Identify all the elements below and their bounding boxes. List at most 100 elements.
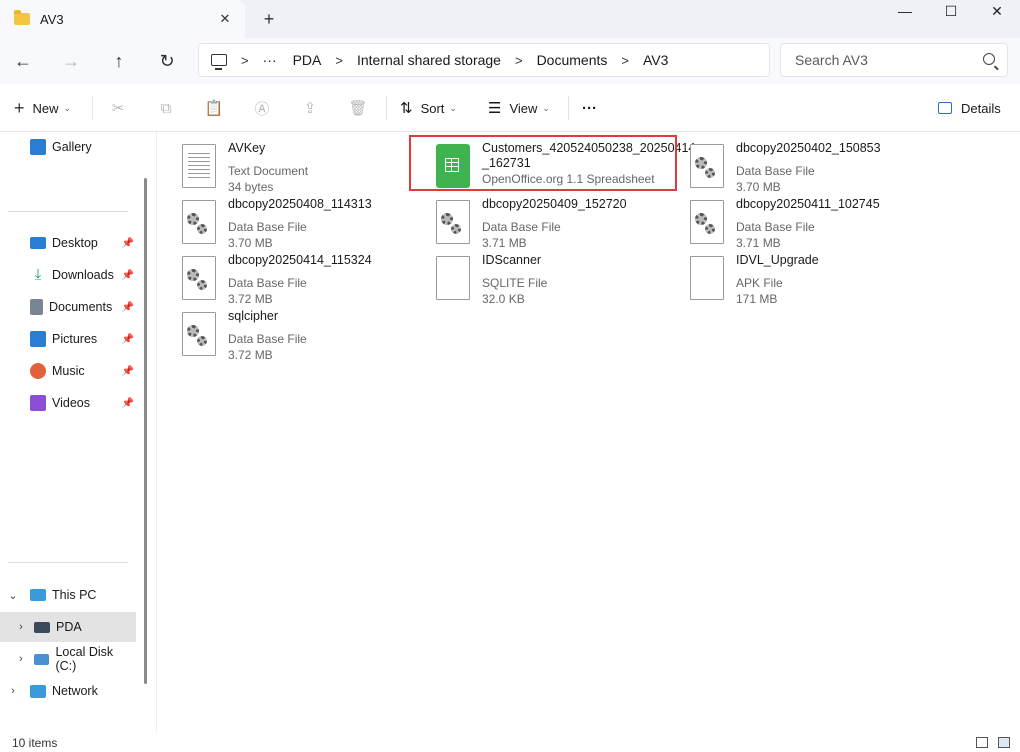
breadcrumb-separator[interactable]: >: [515, 53, 523, 68]
sidebar-item-documents[interactable]: Documents 📌: [0, 292, 136, 322]
sidebar-scrollbar[interactable]: [144, 178, 147, 684]
details-button[interactable]: Details: [938, 94, 1001, 122]
computer-icon: [211, 54, 227, 70]
breadcrumb-pda[interactable]: PDA: [293, 52, 322, 68]
file-name: AVKey: [228, 141, 266, 155]
file-type: Data Base File: [228, 332, 307, 346]
view-button[interactable]: ☰ View ⌄: [488, 94, 550, 122]
file-item-dbcopy-0408[interactable]: dbcopy20250408_114313 Data Base File 3.7…: [182, 196, 432, 250]
file-size: 3.72 MB: [228, 348, 273, 362]
copy-icon[interactable]: ⧉: [152, 94, 180, 122]
gallery-icon: [30, 139, 46, 155]
pin-icon[interactable]: 📌: [122, 302, 134, 313]
sidebar-item-music[interactable]: Music 📌: [0, 356, 136, 386]
breadcrumb-internal-storage[interactable]: Internal shared storage: [357, 52, 501, 68]
breadcrumb-separator[interactable]: >: [621, 53, 629, 68]
gear-icon: [705, 224, 715, 234]
chevron-right-icon[interactable]: ›: [6, 685, 20, 697]
sidebar-item-gallery[interactable]: Gallery: [0, 132, 136, 162]
file-item-dbcopy-0409[interactable]: dbcopy20250409_152720 Data Base File 3.7…: [436, 196, 686, 250]
sidebar-item-local-disk[interactable]: › Local Disk (C:): [0, 644, 136, 674]
breadcrumb-documents[interactable]: Documents: [537, 52, 608, 68]
forward-button[interactable]: →: [56, 46, 86, 76]
breadcrumb-separator[interactable]: >: [241, 53, 249, 68]
chevron-down-icon[interactable]: ⌄: [6, 589, 20, 602]
details-view-icon[interactable]: [976, 737, 988, 748]
paste-icon[interactable]: 📋: [200, 94, 228, 122]
view-icon: ☰: [488, 100, 502, 117]
sidebar-divider: [8, 562, 128, 563]
sidebar-item-label: Local Disk (C:): [55, 645, 114, 673]
file-item-dbcopy-0411[interactable]: dbcopy20250411_102745 Data Base File 3.7…: [690, 196, 940, 250]
file-type: Data Base File: [736, 164, 815, 178]
this-pc-icon: [30, 589, 46, 601]
address-bar[interactable]: > ··· PDA > Internal shared storage > Do…: [198, 43, 770, 77]
file-item-avkey[interactable]: AVKey Text Document 34 bytes: [182, 140, 432, 194]
file-size: 3.71 MB: [736, 236, 781, 250]
cut-icon[interactable]: ✂: [104, 94, 132, 122]
pin-icon[interactable]: 📌: [122, 366, 134, 377]
file-item-idscanner[interactable]: IDScanner SQLITE File 32.0 KB: [436, 252, 686, 306]
up-button[interactable]: ↑: [104, 46, 134, 76]
pin-icon[interactable]: 📌: [122, 334, 134, 345]
pin-icon[interactable]: 📌: [122, 238, 134, 249]
maximize-button[interactable]: ☐: [928, 0, 974, 22]
pin-icon[interactable]: 📌: [122, 270, 134, 281]
gear-icon: [695, 213, 707, 225]
new-button[interactable]: + New ⌄: [14, 94, 71, 122]
chevron-right-icon[interactable]: ›: [14, 653, 28, 665]
new-label: New: [32, 100, 59, 116]
breadcrumb-overflow[interactable]: ···: [263, 52, 277, 68]
sidebar-item-downloads[interactable]: ⤓ Downloads 📌: [0, 260, 136, 290]
sidebar-divider: [8, 211, 128, 212]
back-button[interactable]: ←: [8, 46, 38, 76]
file-type: Data Base File: [228, 276, 307, 290]
details-pane-icon: [938, 102, 952, 114]
new-tab-button[interactable]: +: [258, 8, 280, 30]
file-item-idvl-upgrade[interactable]: IDVL_Upgrade APK File 171 MB: [690, 252, 940, 306]
tab-av3[interactable]: AV3 ✕: [0, 0, 245, 38]
file-size: 3.71 MB: [482, 236, 527, 250]
file-list: AVKey Text Document 34 bytes Customers_4…: [156, 132, 1020, 732]
sidebar-item-label: Desktop: [52, 236, 98, 250]
chevron-down-icon: ⌄: [542, 102, 550, 113]
videos-icon: [30, 395, 46, 411]
tiles-view-icon[interactable]: [998, 737, 1010, 748]
delete-icon[interactable]: 🗑: [344, 94, 372, 122]
gear-icon: [187, 213, 199, 225]
address-row: ← → ↑ ↻ > ··· PDA > Internal shared stor…: [0, 38, 1020, 84]
chevron-right-icon[interactable]: ›: [14, 621, 28, 633]
sort-icon: ⇅: [400, 100, 413, 117]
file-item-dbcopy-0402[interactable]: dbcopy20250402_150853 Data Base File 3.7…: [690, 140, 940, 194]
file-type: Data Base File: [736, 220, 815, 234]
breadcrumb-av3[interactable]: AV3: [643, 52, 668, 68]
search-input[interactable]: [781, 44, 961, 76]
sidebar-item-this-pc[interactable]: ⌄ This PC: [0, 580, 136, 610]
minimize-button[interactable]: —: [882, 0, 928, 22]
breadcrumb-separator[interactable]: >: [335, 53, 343, 68]
search-icon[interactable]: [983, 53, 995, 65]
more-options-button[interactable]: ···: [582, 94, 597, 122]
file-name: IDScanner: [482, 253, 542, 267]
file-type: SQLITE File: [482, 276, 548, 290]
chevron-down-icon: ⌄: [449, 102, 457, 113]
sort-button[interactable]: ⇅ Sort ⌄: [400, 94, 457, 122]
file-item-sqlcipher[interactable]: sqlcipher Data Base File 3.72 MB: [182, 308, 432, 362]
tab-close-icon[interactable]: ✕: [211, 11, 239, 27]
sidebar-item-desktop[interactable]: Desktop 📌: [0, 228, 136, 258]
sidebar-item-pda[interactable]: › PDA: [0, 612, 136, 642]
sidebar-item-videos[interactable]: Videos 📌: [0, 388, 136, 418]
share-icon[interactable]: ⇪: [296, 94, 324, 122]
file-size: 3.72 MB: [228, 292, 273, 306]
gear-icon: [187, 269, 199, 281]
sidebar-item-pictures[interactable]: Pictures 📌: [0, 324, 136, 354]
pin-icon[interactable]: 📌: [122, 398, 134, 409]
view-label: View: [509, 100, 538, 116]
search-box[interactable]: [780, 43, 1008, 77]
rename-icon[interactable]: Ⓐ: [248, 94, 276, 122]
close-window-button[interactable]: ✕: [974, 0, 1020, 22]
sidebar-item-network[interactable]: › Network: [0, 676, 136, 706]
file-name: dbcopy20250402_150853: [736, 141, 881, 155]
file-item-dbcopy-0414[interactable]: dbcopy20250414_115324 Data Base File 3.7…: [182, 252, 432, 306]
refresh-button[interactable]: ↻: [152, 46, 182, 76]
